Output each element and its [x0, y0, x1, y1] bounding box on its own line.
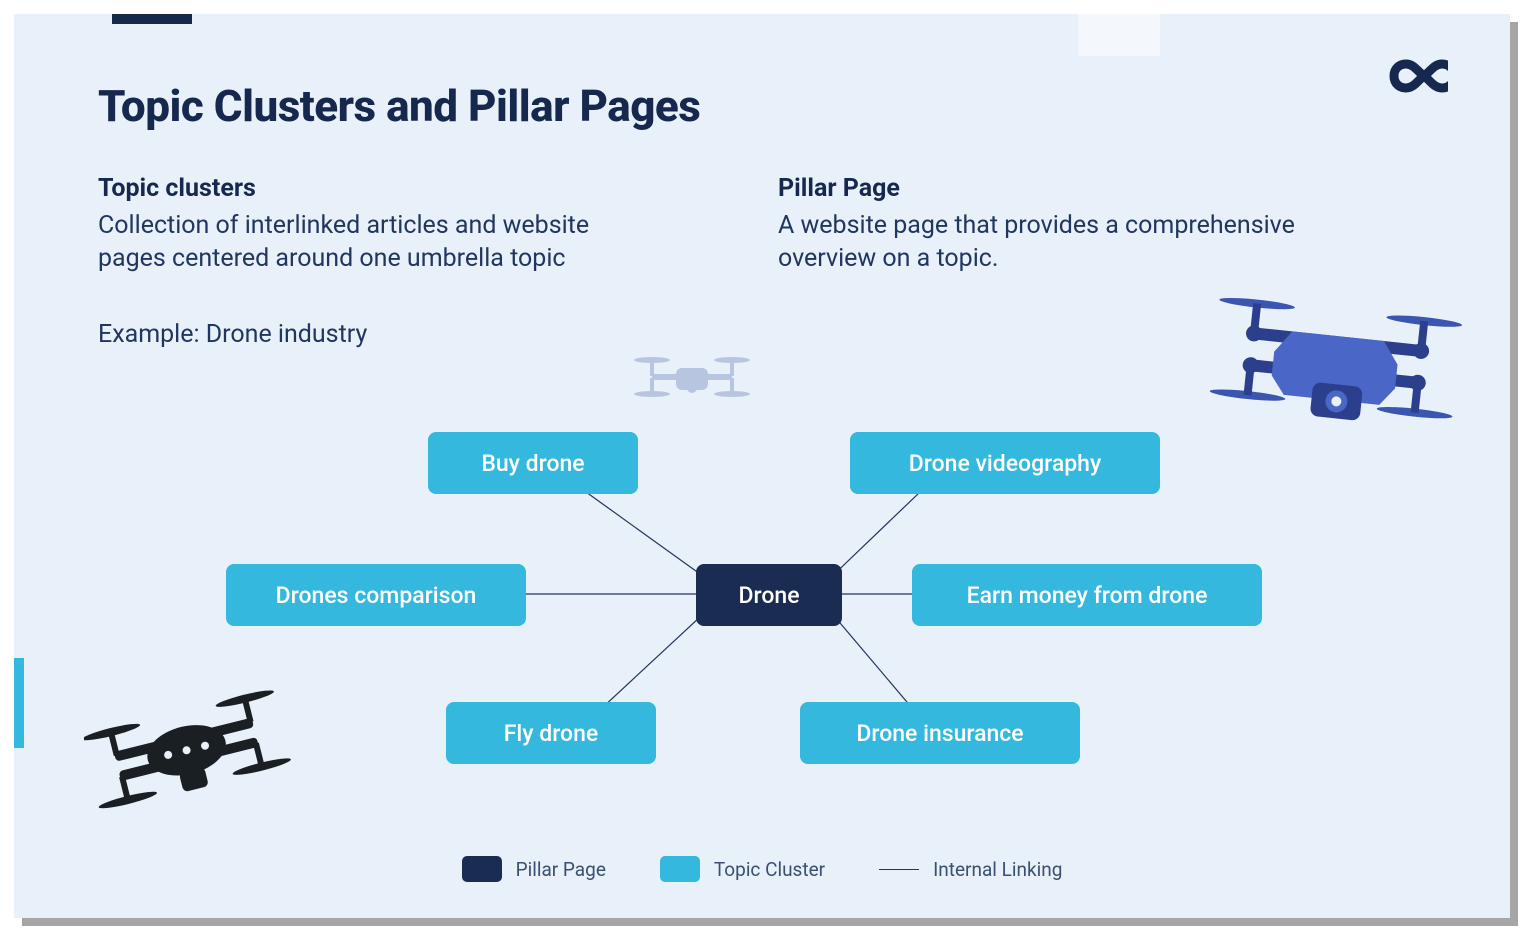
drone-icon-small	[632, 344, 752, 428]
topic-clusters-body: Collection of interlinked articles and w…	[98, 209, 658, 275]
cluster-node-drone-videography: Drone videography	[850, 432, 1160, 494]
pillar-page-body: A website page that provides a comprehen…	[778, 209, 1338, 275]
infinity-logo-icon	[1376, 56, 1448, 100]
cluster-node-fly-drone: Fly drone	[446, 702, 656, 764]
cluster-node-drone-insurance: Drone insurance	[800, 702, 1080, 764]
cluster-node-earn-money: Earn money from drone	[912, 564, 1262, 626]
drone-icon-dark	[84, 690, 294, 834]
accent-bar-left	[14, 658, 24, 748]
decorative-square	[1078, 14, 1160, 56]
slide: Topic Clusters and Pillar Pages Topic cl…	[14, 14, 1510, 918]
slide-title: Topic Clusters and Pillar Pages	[98, 80, 700, 132]
topic-clusters-heading: Topic clusters	[98, 174, 658, 203]
pillar-node-drone: Drone	[696, 564, 842, 626]
legend-item-cluster: Topic Cluster	[660, 856, 825, 882]
legend-label-link: Internal Linking	[933, 858, 1062, 881]
accent-bar-top	[112, 14, 192, 24]
legend-label-pillar: Pillar Page	[516, 858, 606, 881]
legend-swatch-cluster	[660, 856, 700, 882]
drone-icon-blue	[1204, 286, 1464, 470]
legend-item-link: Internal Linking	[879, 858, 1062, 881]
legend-swatch-pillar	[462, 856, 502, 882]
pillar-page-heading: Pillar Page	[778, 174, 1338, 203]
cluster-node-drones-comparison: Drones comparison	[226, 564, 526, 626]
left-column: Topic clusters Collection of interlinked…	[98, 174, 658, 275]
legend-label-cluster: Topic Cluster	[714, 858, 825, 881]
right-column: Pillar Page A website page that provides…	[778, 174, 1338, 275]
cluster-node-buy-drone: Buy drone	[428, 432, 638, 494]
legend-item-pillar: Pillar Page	[462, 856, 606, 882]
example-label: Example: Drone industry	[98, 320, 367, 349]
legend-swatch-line	[879, 869, 919, 870]
legend: Pillar Page Topic Cluster Internal Linki…	[14, 856, 1510, 882]
